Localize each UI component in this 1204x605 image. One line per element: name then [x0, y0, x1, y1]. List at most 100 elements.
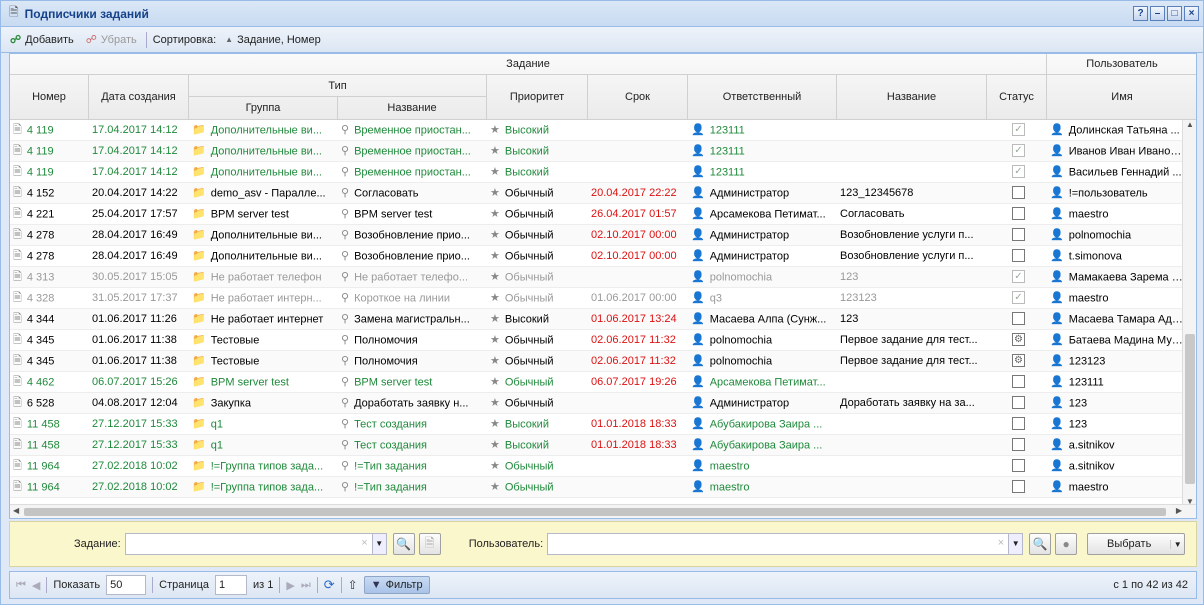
close-button[interactable]: ×: [1184, 6, 1199, 21]
user-pick-button[interactable]: ●: [1055, 533, 1078, 555]
status-checkbox[interactable]: ✓: [1012, 122, 1025, 136]
horizontal-scroll-thumb[interactable]: [24, 508, 1166, 516]
status-checkbox[interactable]: [1012, 458, 1025, 472]
award-icon: ⚲: [341, 460, 350, 472]
cell-status: [987, 204, 1047, 225]
status-checkbox[interactable]: ✓: [1012, 164, 1025, 178]
status-checkbox[interactable]: ⚙: [1012, 332, 1025, 346]
maximize-button[interactable]: □: [1167, 6, 1182, 21]
header-name[interactable]: Название: [837, 75, 987, 120]
refresh-icon[interactable]: ⟳: [324, 577, 335, 593]
status-checkbox[interactable]: [1012, 395, 1025, 409]
header-responsible[interactable]: Ответственный: [688, 75, 837, 120]
status-checkbox[interactable]: [1012, 227, 1025, 241]
table-row[interactable]: 🗎 11 964 27.02.2018 10:02 📁 !=Группа типов з…: [10, 477, 1184, 498]
chevron-down-icon[interactable]: ▼: [1170, 539, 1184, 549]
status-checkbox[interactable]: ⚙: [1012, 353, 1025, 367]
scroll-right-icon[interactable]: ▶: [1176, 506, 1182, 515]
status-checkbox[interactable]: [1012, 311, 1025, 325]
status-checkbox[interactable]: ✓: [1012, 269, 1025, 283]
table-row[interactable]: 🗎 6 528 04.08.2017 12:04 📁 Закупка ⚲ Доработат…: [10, 393, 1184, 414]
select-button[interactable]: Выбрать ▼: [1087, 533, 1186, 555]
task-filter-input[interactable]: × ▼: [124, 533, 387, 555]
table-row[interactable]: 🗎 4 345 01.06.2017 11:38 📁 Тестовые ⚲ Полномоч…: [10, 330, 1184, 351]
toolbar: ☍ Добавить ☍ Убрать Сортировка: ▲ Задани…: [1, 27, 1203, 53]
table-row[interactable]: 🗎 4 278 28.04.2017 16:49 📁 Дополнительные ви…: [10, 225, 1184, 246]
user-search-button[interactable]: 🔍: [1029, 533, 1052, 555]
status-checkbox[interactable]: [1012, 206, 1025, 220]
last-page-icon[interactable]: ⏭: [301, 579, 311, 592]
page-size-input[interactable]: 50: [106, 575, 147, 595]
table-row[interactable]: 🗎 4 119 17.04.2017 14:12 📁 Дополнительные ви…: [10, 162, 1184, 183]
header-type-name[interactable]: Название: [338, 97, 487, 120]
export-icon[interactable]: ⇧: [348, 578, 358, 592]
filter-toggle-button[interactable]: ▼ Фильтр: [363, 576, 430, 594]
table-row[interactable]: 🗎 4 221 25.04.2017 17:57 📁 BPM server test ⚲ B…: [10, 204, 1184, 225]
header-deadline[interactable]: Срок: [588, 75, 688, 120]
status-checkbox[interactable]: [1012, 374, 1025, 388]
user-filter-input[interactable]: × ▼: [547, 533, 1024, 555]
vertical-scroll-thumb[interactable]: [1185, 334, 1195, 484]
task-search-button[interactable]: 🔍: [392, 533, 415, 555]
user-icon: 👤: [691, 313, 705, 325]
status-checkbox[interactable]: [1012, 437, 1025, 451]
vertical-scrollbar[interactable]: ▲ ▼: [1182, 120, 1196, 506]
header-user-name[interactable]: Имя: [1047, 75, 1196, 120]
remove-button[interactable]: ☍ Убрать: [83, 31, 140, 48]
first-page-icon[interactable]: ⏮: [16, 579, 26, 592]
status-checkbox[interactable]: [1012, 479, 1025, 493]
toolbar-separator: [145, 31, 147, 48]
status-checkbox[interactable]: [1012, 185, 1025, 199]
status-checkbox[interactable]: ✓: [1012, 290, 1025, 304]
table-row[interactable]: 🗎 11 458 27.12.2017 15:33 📁 q1 ⚲ Тест создания…: [10, 414, 1184, 435]
header-priority[interactable]: Приоритет: [487, 75, 588, 120]
help-button[interactable]: ?: [1133, 6, 1148, 21]
horizontal-scrollbar[interactable]: ◀ ▶: [10, 504, 1196, 518]
table-row[interactable]: 🗎 4 313 30.05.2017 15:05 📁 Не работает телеф…: [10, 267, 1184, 288]
table-row[interactable]: 🗎 4 119 17.04.2017 14:12 📁 Дополнительные ви…: [10, 120, 1184, 141]
cell-group: 📁 Закупка: [189, 393, 338, 414]
status-checkbox[interactable]: ✓: [1012, 143, 1025, 157]
table-row[interactable]: 🗎 11 458 27.12.2017 15:33 📁 q1 ⚲ Тест создания…: [10, 435, 1184, 456]
table-row[interactable]: 🗎 4 345 01.06.2017 11:38 📁 Тестовые ⚲ Полномоч…: [10, 351, 1184, 372]
table-row[interactable]: 🗎 11 964 27.02.2018 10:02 📁 !=Группа типов з…: [10, 456, 1184, 477]
table-row[interactable]: 🗎 4 344 01.06.2017 11:26 📁 Не работает интер…: [10, 309, 1184, 330]
table-row[interactable]: 🗎 4 152 20.04.2017 14:22 📁 demo_asv - Паралл…: [10, 183, 1184, 204]
chevron-down-icon[interactable]: ▼: [1008, 534, 1023, 554]
task-open-button[interactable]: 🗎: [418, 533, 441, 555]
minimize-button[interactable]: –: [1150, 6, 1165, 21]
scroll-up-icon[interactable]: ▲: [1186, 120, 1194, 129]
prev-page-icon[interactable]: ◀: [32, 579, 40, 592]
page-number-input[interactable]: 1: [215, 575, 247, 595]
table-row[interactable]: 🗎 4 328 31.05.2017 17:37 📁 Не работает интер…: [10, 288, 1184, 309]
clear-icon[interactable]: ×: [994, 534, 1008, 554]
header-type-group[interactable]: Группа: [189, 97, 338, 120]
status-checkbox[interactable]: [1012, 248, 1025, 262]
cell-name: Возобновление услуги п...: [837, 246, 987, 267]
user-icon: 👤: [1050, 292, 1064, 304]
folder-icon: 📁: [192, 376, 206, 388]
status-checkbox[interactable]: [1012, 416, 1025, 430]
cell-user: 👤 123123: [1047, 351, 1184, 372]
add-button[interactable]: ☍ Добавить: [7, 31, 77, 48]
folder-icon: 📁: [192, 124, 206, 136]
cell-text: Доработать заявку н...: [354, 397, 469, 410]
header-number[interactable]: Номер: [10, 75, 89, 120]
header-status[interactable]: Статус: [987, 75, 1047, 120]
chevron-down-icon[interactable]: ▼: [371, 534, 386, 554]
cell-text: Короткое на линии: [354, 292, 451, 305]
table-row[interactable]: 🗎 4 462 06.07.2017 15:26 📁 BPM server test ⚲ B…: [10, 372, 1184, 393]
filter-toggle-label: Фильтр: [385, 579, 423, 591]
sort-button[interactable]: ▲ Задание, Номер: [222, 32, 324, 48]
award-icon: ⚲: [341, 145, 350, 157]
cell-status: [987, 183, 1047, 204]
table-row[interactable]: 🗎 4 119 17.04.2017 14:12 📁 Дополнительные ви…: [10, 141, 1184, 162]
clear-icon[interactable]: ×: [357, 534, 371, 554]
table-row[interactable]: 🗎 4 278 28.04.2017 16:49 📁 Дополнительные ви…: [10, 246, 1184, 267]
header-created[interactable]: Дата создания: [89, 75, 189, 120]
next-page-icon[interactable]: ▶: [286, 579, 294, 592]
cell-text: Тестовые: [210, 334, 260, 347]
user-icon: 👤: [691, 418, 705, 430]
scroll-left-icon[interactable]: ◀: [13, 506, 19, 515]
cell-priority: ★ Обычный: [487, 288, 588, 309]
